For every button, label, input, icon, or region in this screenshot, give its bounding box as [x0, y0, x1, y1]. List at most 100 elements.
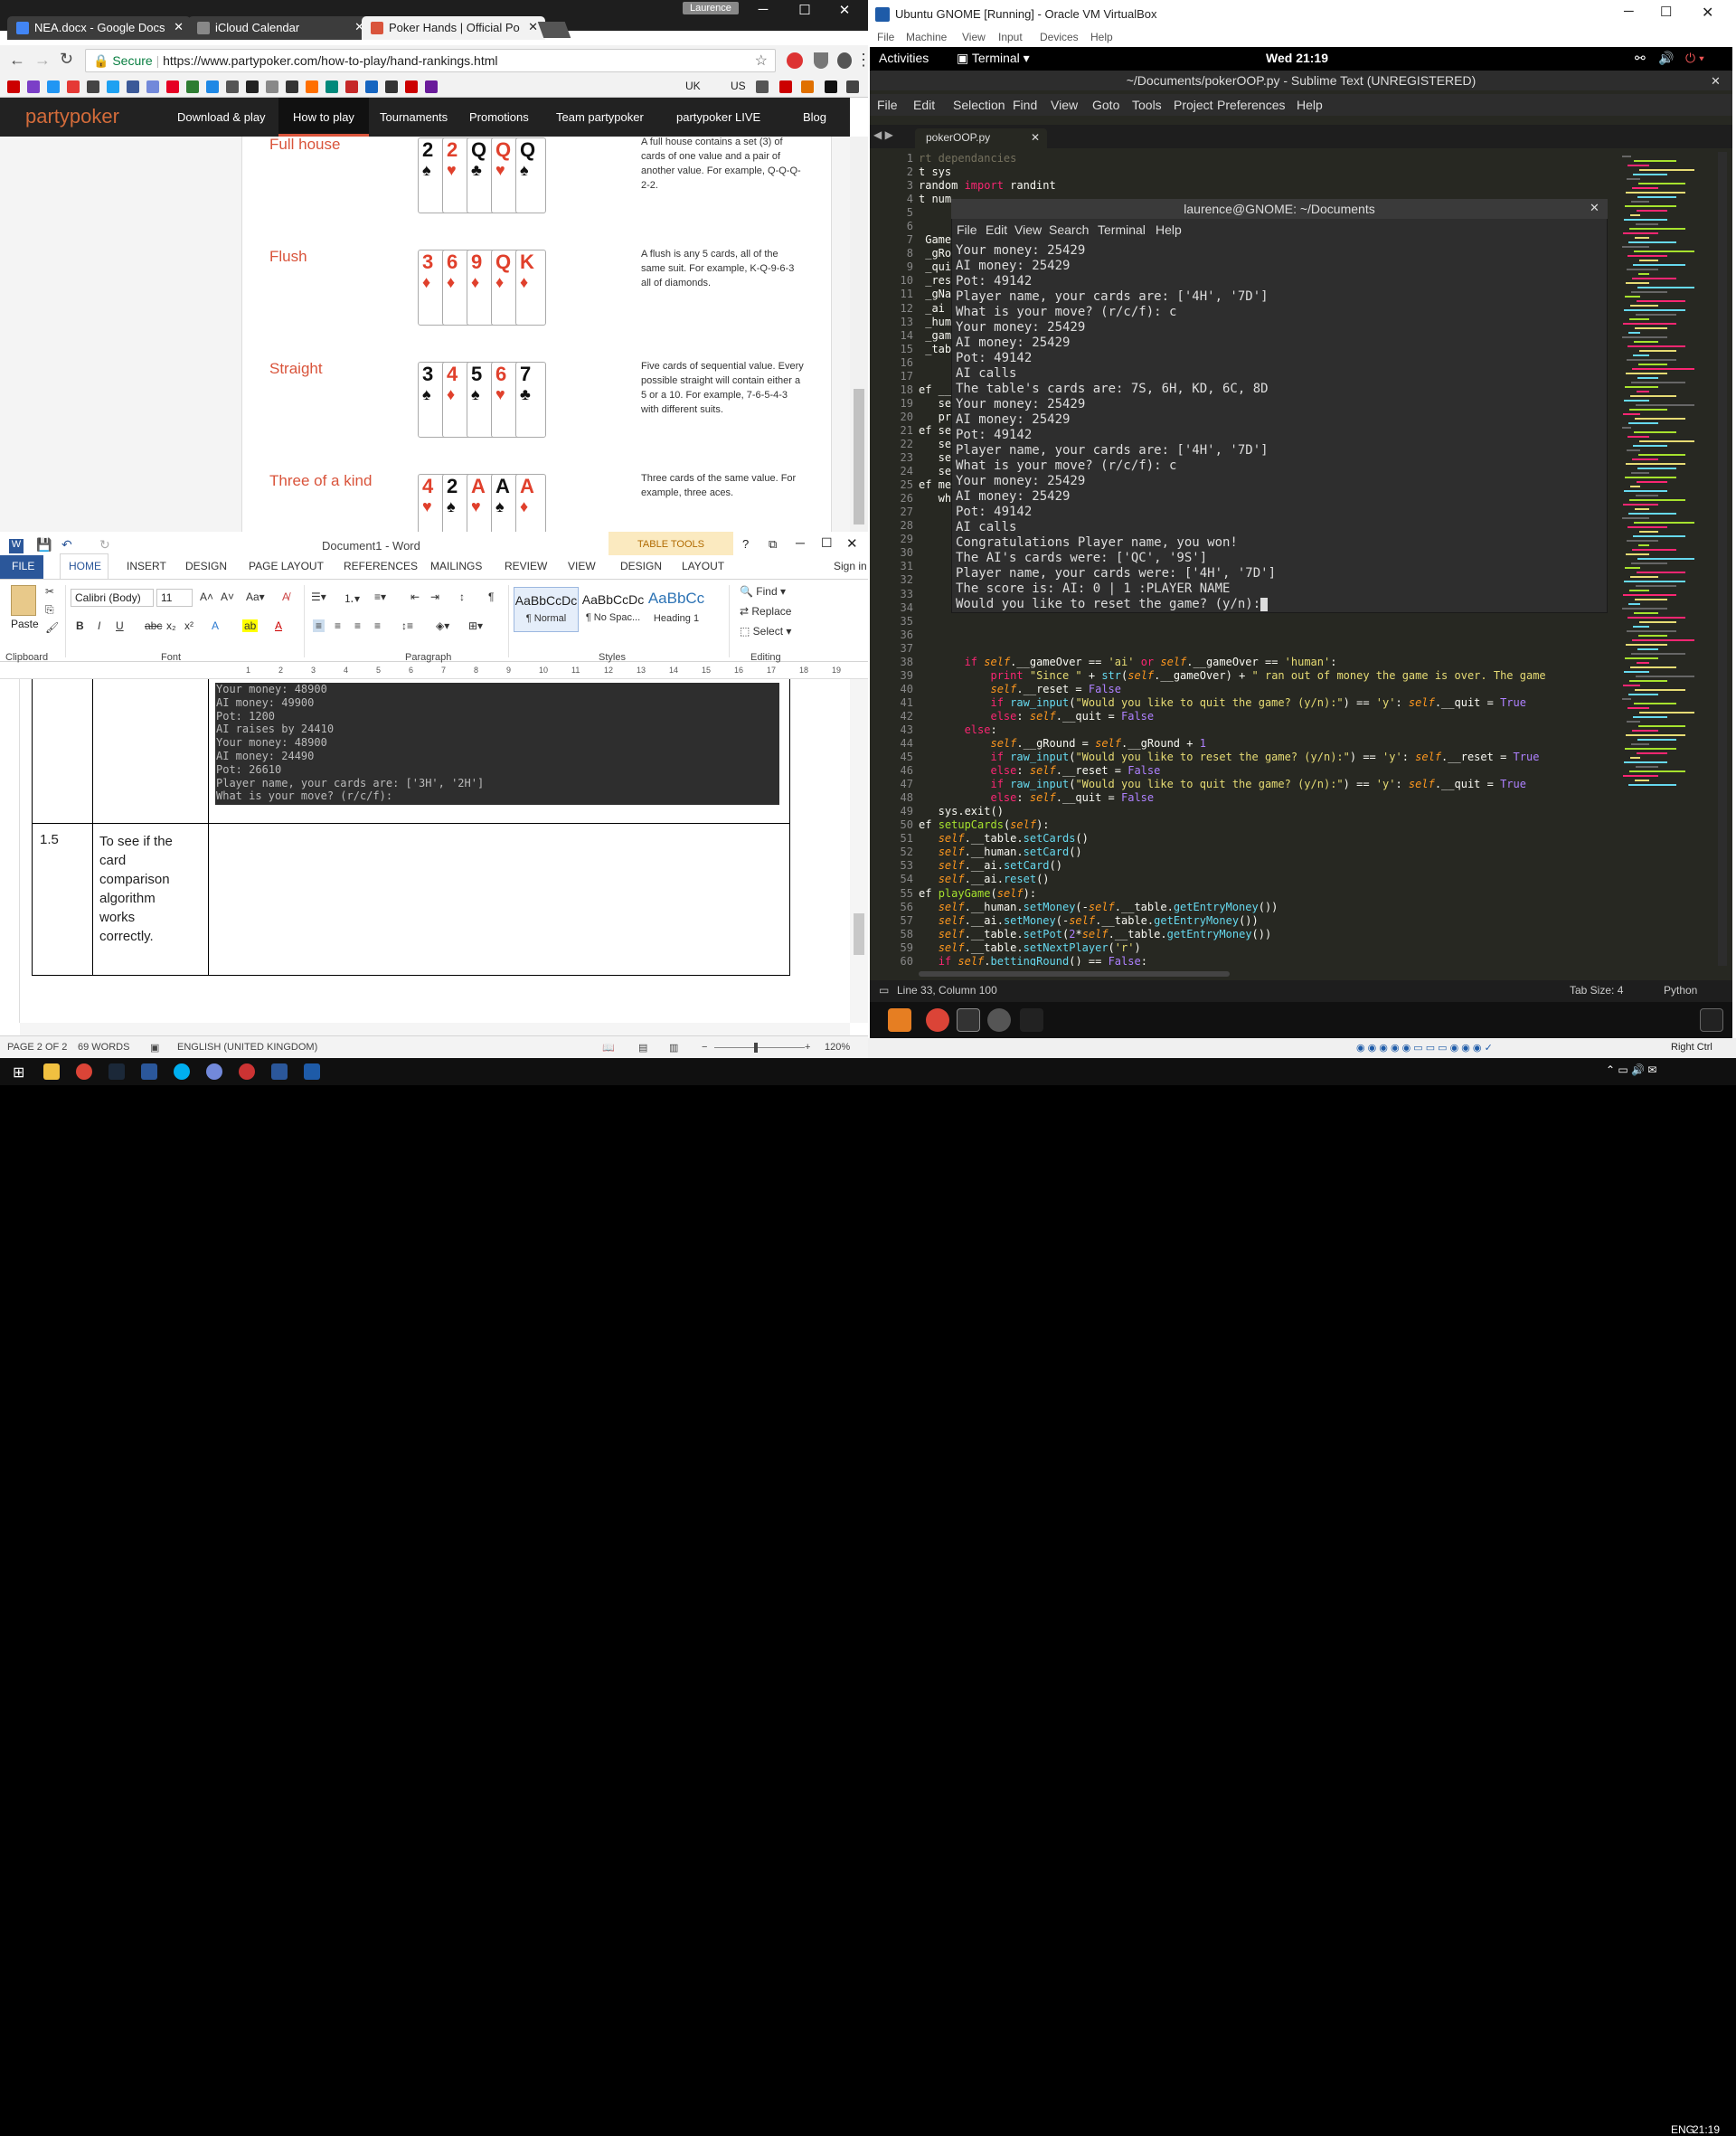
- maximize-button[interactable]: ☐: [1660, 4, 1672, 20]
- nav-download[interactable]: Download & play: [177, 110, 266, 124]
- menu-item-preferences[interactable]: Preferences: [1217, 98, 1285, 112]
- settings-icon[interactable]: [1020, 1008, 1043, 1032]
- decrease-indent-icon[interactable]: ⇤: [410, 591, 420, 603]
- menu-file[interactable]: File: [877, 31, 894, 43]
- minimize-button[interactable]: ─: [1624, 4, 1634, 19]
- menu-help[interactable]: Help: [1090, 31, 1113, 43]
- partypoker-logo[interactable]: partypoker: [25, 105, 119, 128]
- tab-page-layout[interactable]: PAGE LAYOUT: [249, 560, 324, 572]
- menu-view[interactable]: View: [962, 31, 986, 43]
- new-tab-button[interactable]: [537, 22, 571, 38]
- close-icon[interactable]: ✕: [1711, 74, 1721, 89]
- bookmark-icon[interactable]: [779, 80, 792, 93]
- code-horizontal-scroll-thumb[interactable]: [919, 971, 1230, 977]
- close-icon[interactable]: ✕: [528, 20, 538, 34]
- highlight-icon[interactable]: ab: [242, 619, 259, 632]
- nav-how-to-play[interactable]: How to play: [293, 110, 354, 124]
- power-icon[interactable]: ⏻ ▾: [1685, 51, 1704, 66]
- line-spacing-icon[interactable]: ↕≡: [401, 619, 413, 632]
- bookmark-icon[interactable]: [87, 80, 99, 93]
- underline-icon[interactable]: U: [116, 619, 124, 632]
- syntax[interactable]: Python: [1664, 984, 1697, 997]
- system-tray-icons[interactable]: ⌃ ▭ 🔊 ✉: [1606, 1063, 1656, 1076]
- web-layout-icon[interactable]: ▥: [669, 1042, 678, 1054]
- tab-pokeroop[interactable]: pokerOOP.py ✕: [915, 128, 1047, 148]
- menu-terminal[interactable]: Terminal: [1098, 222, 1146, 237]
- close-button[interactable]: ✕: [825, 2, 864, 18]
- bookmark-icon[interactable]: [385, 80, 398, 93]
- undo-icon[interactable]: ↶: [61, 537, 72, 553]
- chrome-icon[interactable]: [926, 1008, 949, 1032]
- strikethrough-icon[interactable]: abc: [145, 619, 162, 632]
- zoom-level[interactable]: 120%: [825, 1042, 850, 1053]
- app-menu[interactable]: ▣ Terminal ▾: [957, 51, 1030, 66]
- menu-machine[interactable]: Machine: [906, 31, 947, 43]
- maximize-button[interactable]: ☐: [785, 2, 825, 18]
- font-color-icon[interactable]: A: [275, 619, 282, 632]
- save-icon[interactable]: 💾: [36, 537, 52, 553]
- bookmark-icon[interactable]: [846, 80, 859, 93]
- maximize-button[interactable]: ☐: [821, 535, 833, 551]
- forward-icon[interactable]: →: [34, 51, 51, 70]
- code-scrollbar[interactable]: [1718, 152, 1727, 966]
- italic-icon[interactable]: I: [98, 619, 100, 632]
- page-scroll-thumb[interactable]: [854, 389, 864, 525]
- chrome-tab-partypoker[interactable]: Poker Hands | Official Po ✕: [362, 16, 545, 40]
- menu-item-find[interactable]: Find: [1013, 98, 1037, 112]
- multilevel-list-icon[interactable]: ≡▾: [374, 591, 386, 603]
- tab-size[interactable]: Tab Size: 4: [1570, 984, 1623, 997]
- store-icon[interactable]: [141, 1063, 157, 1080]
- bookmark-icon[interactable]: [67, 80, 80, 93]
- extension-icon[interactable]: [837, 52, 852, 69]
- bookmark-icon[interactable]: [286, 80, 298, 93]
- menu-input[interactable]: Input: [998, 31, 1023, 43]
- replace-icon[interactable]: ⇄ Replace: [740, 605, 791, 618]
- test-number-cell[interactable]: 1.5: [40, 832, 59, 847]
- chrome-icon[interactable]: [76, 1063, 92, 1080]
- tab-insert[interactable]: INSERT: [127, 560, 166, 572]
- bookmark-icon[interactable]: [127, 80, 139, 93]
- select-icon[interactable]: ⬚ Select ▾: [740, 625, 791, 638]
- test-description-cell[interactable]: To see if the card comparison algorithm …: [99, 832, 190, 946]
- app-icon[interactable]: [239, 1063, 255, 1080]
- ribbon-display-icon[interactable]: ⧉: [769, 537, 777, 552]
- tab-mailings[interactable]: MAILINGS: [430, 560, 482, 572]
- read-mode-icon[interactable]: 📖: [602, 1042, 615, 1054]
- omnibox[interactable]: 🔒 Secure | https://www.partypoker.com/ho…: [85, 49, 776, 72]
- menu-item-project[interactable]: Project: [1174, 98, 1213, 112]
- word-count[interactable]: 69 WORDS: [78, 1042, 129, 1053]
- bookmark-icon[interactable]: [7, 80, 20, 93]
- cut-icon[interactable]: ✂: [45, 585, 54, 598]
- paste-icon[interactable]: [11, 585, 36, 616]
- star-icon[interactable]: ☆: [755, 52, 768, 70]
- nav-promotions[interactable]: Promotions: [469, 110, 529, 124]
- bookmark-icon[interactable]: [266, 80, 278, 93]
- terminal-icon[interactable]: [957, 1008, 980, 1032]
- tab-table-layout[interactable]: LAYOUT: [682, 560, 724, 572]
- font-size-box[interactable]: 11: [156, 589, 193, 607]
- close-button[interactable]: ✕: [846, 535, 858, 552]
- font-name-box[interactable]: Calibri (Body): [71, 589, 154, 607]
- text-effects-icon[interactable]: A: [212, 619, 219, 632]
- page-count[interactable]: PAGE 2 OF 2: [7, 1042, 67, 1053]
- volume-icon[interactable]: 🔊: [1658, 51, 1674, 66]
- bookmark-icon[interactable]: [306, 80, 318, 93]
- bookmark-icon[interactable]: [47, 80, 60, 93]
- bookmark-icon[interactable]: [345, 80, 358, 93]
- style-normal[interactable]: AaBbCcDc ¶ Normal: [514, 587, 579, 632]
- bookmark-us[interactable]: US: [731, 80, 746, 92]
- discord-icon[interactable]: [206, 1063, 222, 1080]
- horizontal-ruler[interactable]: 1 2 3 4 5 6 7 8 9 10 11 12 13 14 15 16 17 18 19: [0, 663, 868, 679]
- bookmark-icon[interactable]: [166, 80, 179, 93]
- change-case-icon[interactable]: Aa▾: [246, 591, 265, 603]
- subscript-icon[interactable]: x₂: [166, 619, 176, 632]
- tab-review[interactable]: REVIEW: [505, 560, 547, 572]
- bookmark-icon[interactable]: [146, 80, 159, 93]
- bookmark-icon[interactable]: [206, 80, 219, 93]
- bookmark-icon[interactable]: [246, 80, 259, 93]
- menu-view[interactable]: View: [1014, 222, 1042, 237]
- paste-label[interactable]: Paste: [11, 618, 39, 630]
- tab-view[interactable]: VIEW: [568, 560, 596, 572]
- steam-icon[interactable]: [108, 1063, 125, 1080]
- help-icon[interactable]: ?: [742, 537, 749, 551]
